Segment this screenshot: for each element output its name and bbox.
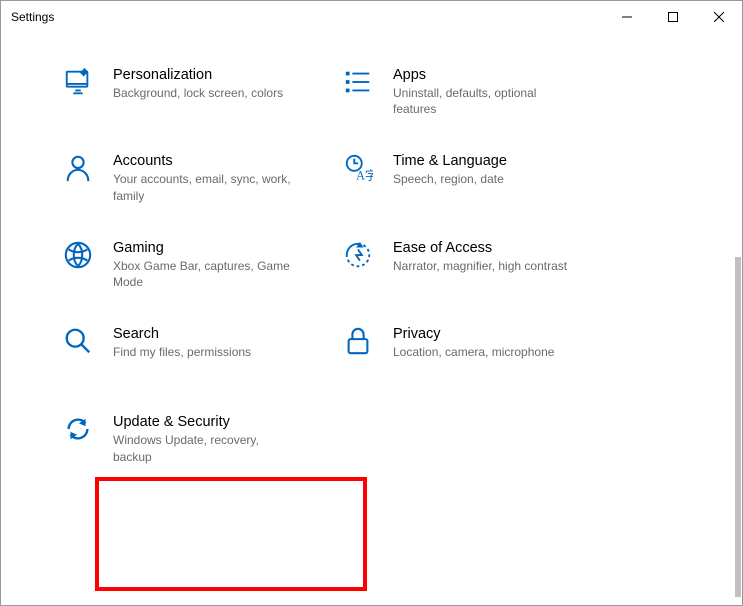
tile-desc: Find my files, permissions (113, 344, 251, 360)
tile-desc: Uninstall, defaults, optional features (393, 85, 573, 117)
gaming-icon (61, 240, 95, 274)
tile-title: Accounts (113, 153, 293, 169)
apps-icon (341, 67, 375, 101)
personalization-icon (61, 67, 95, 101)
minimize-button[interactable] (604, 1, 650, 33)
tile-personalization[interactable]: Personalization Background, lock screen,… (61, 63, 341, 121)
settings-grid: Personalization Background, lock screen,… (1, 33, 742, 605)
window-controls (604, 1, 742, 33)
tile-accounts[interactable]: Accounts Your accounts, email, sync, wor… (61, 149, 341, 207)
tile-title: Personalization (113, 67, 283, 83)
tile-update-security[interactable]: Update & Security Windows Update, recove… (61, 410, 341, 468)
tile-title: Time & Language (393, 153, 507, 169)
tile-time-language[interactable]: A字 Time & Language Speech, region, date (341, 149, 621, 207)
tile-search[interactable]: Search Find my files, permissions (61, 322, 341, 364)
tile-ease-of-access[interactable]: Ease of Access Narrator, magnifier, high… (341, 236, 621, 294)
maximize-button[interactable] (650, 1, 696, 33)
titlebar: Settings (1, 1, 742, 33)
tile-title: Gaming (113, 240, 293, 256)
privacy-icon (341, 326, 375, 360)
tile-title: Privacy (393, 326, 554, 342)
search-icon (61, 326, 95, 360)
tile-desc: Background, lock screen, colors (113, 85, 283, 101)
time-language-icon: A字 (341, 153, 375, 187)
tile-privacy[interactable]: Privacy Location, camera, microphone (341, 322, 621, 364)
tile-gaming[interactable]: Gaming Xbox Game Bar, captures, Game Mod… (61, 236, 341, 294)
ease-of-access-icon (341, 240, 375, 274)
tile-desc: Xbox Game Bar, captures, Game Mode (113, 258, 293, 290)
close-button[interactable] (696, 1, 742, 33)
tile-apps[interactable]: Apps Uninstall, defaults, optional featu… (341, 63, 621, 121)
tile-title: Search (113, 326, 251, 342)
tile-title: Apps (393, 67, 573, 83)
tile-title: Update & Security (113, 414, 293, 430)
tile-desc: Narrator, magnifier, high contrast (393, 258, 567, 274)
window-title: Settings (11, 10, 54, 24)
svg-text:A字: A字 (356, 168, 373, 183)
tile-desc: Location, camera, microphone (393, 344, 554, 360)
tile-desc: Your accounts, email, sync, work, family (113, 171, 293, 203)
accounts-icon (61, 153, 95, 187)
vertical-scrollbar[interactable] (735, 257, 741, 597)
update-security-icon (61, 414, 95, 448)
tile-desc: Speech, region, date (393, 171, 507, 187)
tile-desc: Windows Update, recovery, backup (113, 432, 293, 464)
tile-title: Ease of Access (393, 240, 567, 256)
